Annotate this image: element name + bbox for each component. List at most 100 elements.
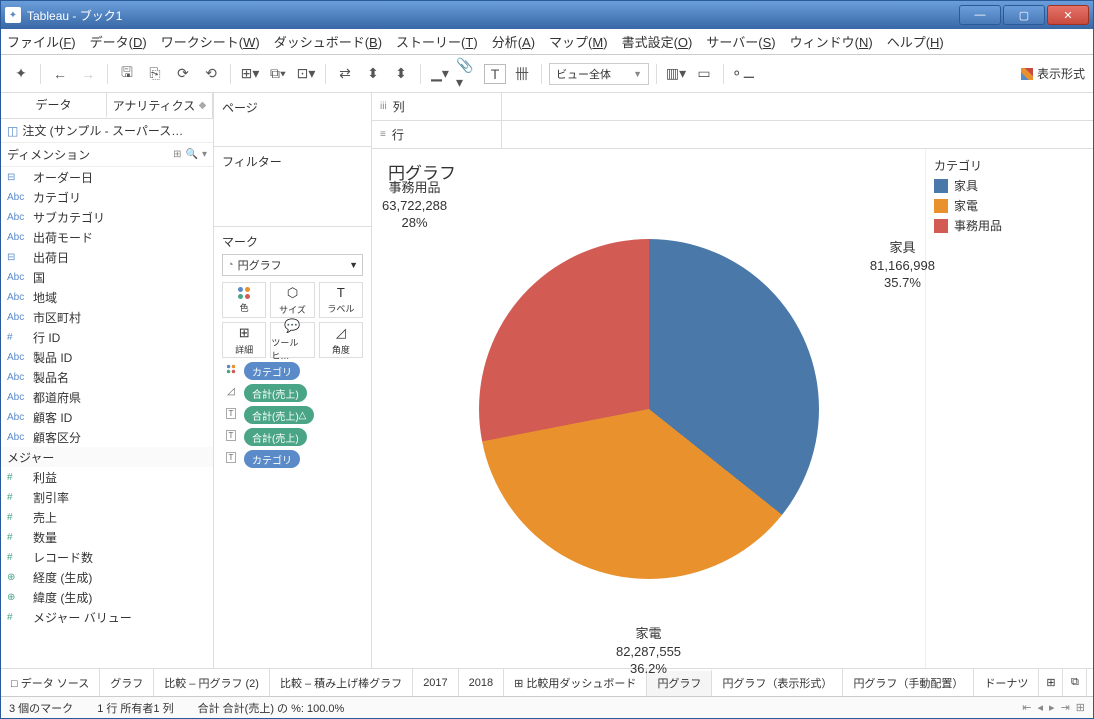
clear-button[interactable]: ⊡▾ <box>294 62 318 86</box>
sheet-tab[interactable]: グラフ <box>100 669 154 696</box>
sheet-tab[interactable]: 比較 – 円グラフ (2) <box>154 669 270 696</box>
dimension-field[interactable]: Abc顧客 ID <box>1 407 213 427</box>
pie-chart[interactable]: 家具81,166,99835.7% 家電82,287,55536.2% 事務用品… <box>372 149 925 668</box>
group-button[interactable]: 📎▾ <box>456 62 480 86</box>
dataset-row[interactable]: ◫ 注文 (サンプル - スーパース… <box>1 119 213 143</box>
dimension-field[interactable]: #行 ID <box>1 327 213 347</box>
sort-desc-button[interactable]: ⬍ <box>389 62 413 86</box>
menu-icon[interactable]: ▾ <box>202 149 207 160</box>
menu-item[interactable]: 分析(A) <box>492 32 535 51</box>
measure-field[interactable]: #割引率 <box>1 487 213 507</box>
menu-item[interactable]: ダッシュボード(B) <box>274 32 382 51</box>
mark-tooltip-button[interactable]: 💬ツールヒ… <box>270 322 314 358</box>
mark-color-button[interactable]: 色 <box>222 282 266 318</box>
sheet-tab[interactable]: 2018 <box>459 669 504 696</box>
dimension-field[interactable]: Abc製品名 <box>1 367 213 387</box>
new-tab-button[interactable]: ⧉ <box>1063 669 1087 696</box>
search-icon[interactable]: 🔍 <box>186 149 198 160</box>
tableau-icon[interactable]: ✦ <box>9 62 33 86</box>
menu-item[interactable]: データ(D) <box>90 32 147 51</box>
new-datasource-button[interactable]: ⎘ <box>143 62 167 86</box>
legend-item[interactable]: 家具 <box>934 177 1085 194</box>
sheet-tab[interactable]: □ データ ソース <box>1 669 100 696</box>
new-sheet-button[interactable]: ⊞▾ <box>238 62 262 86</box>
mark-label-button[interactable]: Tラベル <box>319 282 363 318</box>
menu-item[interactable]: 書式設定(O) <box>622 32 693 51</box>
dimension-field[interactable]: Abc市区町村 <box>1 307 213 327</box>
dimension-field[interactable]: ⊟出荷日 <box>1 247 213 267</box>
legend-item[interactable]: 事務用品 <box>934 217 1085 234</box>
pill[interactable]: 合計(売上)△ <box>244 406 314 424</box>
measure-field[interactable]: #数量 <box>1 527 213 547</box>
sort-asc-button[interactable]: ⬍ <box>361 62 385 86</box>
refresh-button[interactable]: ⟳ <box>171 62 195 86</box>
duplicate-button[interactable]: ⧉▾ <box>266 62 290 86</box>
menu-item[interactable]: ヘルプ(H) <box>887 32 944 51</box>
filters-card[interactable]: フィルター <box>214 147 371 227</box>
dimension-field[interactable]: Abc顧客区分 <box>1 427 213 447</box>
new-tab-button[interactable]: □ <box>1087 669 1093 696</box>
pill[interactable]: 合計(売上) <box>244 428 307 446</box>
list-view-icon[interactable]: ⊞ <box>173 149 181 160</box>
pause-button[interactable]: ⟲ <box>199 62 223 86</box>
tab-data[interactable]: データ <box>1 93 107 118</box>
mark-size-button[interactable]: ⬡サイズ <box>270 282 314 318</box>
dimension-field[interactable]: Abcサブカテゴリ <box>1 207 213 227</box>
sheet-tab[interactable]: 円グラフ（手動配置） <box>843 669 974 696</box>
pill[interactable]: 合計(売上) <box>244 384 307 402</box>
swap-button[interactable]: ⇄ <box>333 62 357 86</box>
dimension-field[interactable]: ⊟オーダー日 <box>1 167 213 187</box>
measure-field[interactable]: ⊕経度 (生成) <box>1 567 213 587</box>
mark-angle-button[interactable]: ◿角度 <box>319 322 363 358</box>
sheet-tab[interactable]: 2017 <box>413 669 458 696</box>
first-button[interactable]: ⇤ <box>1022 701 1031 714</box>
mark-detail-button[interactable]: ⊞詳細 <box>222 322 266 358</box>
menu-item[interactable]: ファイル(F) <box>7 32 76 51</box>
menu-item[interactable]: ウィンドウ(N) <box>790 32 873 51</box>
forward-button[interactable]: → <box>76 62 100 86</box>
dimension-field[interactable]: Abcカテゴリ <box>1 187 213 207</box>
pill[interactable]: カテゴリ <box>244 362 300 380</box>
highlight-button[interactable]: ▁▾ <box>428 62 452 86</box>
menu-item[interactable]: マップ(M) <box>549 32 608 51</box>
next-button[interactable]: ▸ <box>1049 701 1055 714</box>
measure-field[interactable]: #レコード数 <box>1 547 213 567</box>
back-button[interactable]: ← <box>48 62 72 86</box>
dimension-field[interactable]: Abc国 <box>1 267 213 287</box>
measure-field[interactable]: #利益 <box>1 467 213 487</box>
legend-item[interactable]: 家電 <box>934 197 1085 214</box>
tabs-button[interactable]: ⊞ <box>1076 701 1085 714</box>
mark-type-dropdown[interactable]: ◔ 円グラフ▼ <box>222 254 363 276</box>
maximize-button[interactable]: ▢ <box>1003 5 1045 25</box>
share-button[interactable]: ⚬⚊ <box>731 62 755 86</box>
menu-item[interactable]: ワークシート(W) <box>161 32 260 51</box>
measure-field[interactable]: #メジャー バリュー <box>1 607 213 627</box>
menu-item[interactable]: ストーリー(T) <box>396 32 478 51</box>
show-cards-button[interactable]: ▥▾ <box>664 62 688 86</box>
show-me-button[interactable]: 表示形式 <box>1021 65 1085 82</box>
dimension-field[interactable]: Abc製品 ID <box>1 347 213 367</box>
pages-card[interactable]: ページ <box>214 93 371 147</box>
dimension-field[interactable]: Abc地域 <box>1 287 213 307</box>
save-button[interactable]: 🖫 <box>115 62 139 86</box>
sheet-tab[interactable]: ドーナツ <box>974 669 1039 696</box>
minimize-button[interactable]: — <box>959 5 1001 25</box>
tab-analytics[interactable]: アナリティクス ◆ <box>107 93 213 118</box>
close-button[interactable]: ✕ <box>1047 5 1089 25</box>
rows-shelf[interactable]: ≡行 <box>372 121 1093 149</box>
columns-shelf[interactable]: iii列 <box>372 93 1093 121</box>
measure-field[interactable]: ⊕緯度 (生成) <box>1 587 213 607</box>
dimension-field[interactable]: Abc出荷モード <box>1 227 213 247</box>
fit-dropdown[interactable]: ビュー全体▼ <box>549 63 649 85</box>
sheet-tab[interactable]: 比較 – 積み上げ棒グラフ <box>270 669 413 696</box>
pill[interactable]: カテゴリ <box>244 450 300 468</box>
new-tab-button[interactable]: ⊞ <box>1039 669 1063 696</box>
fix-axes-button[interactable]: 卌 <box>510 62 534 86</box>
measure-field[interactable]: #売上 <box>1 507 213 527</box>
presentation-button[interactable]: ▭ <box>692 62 716 86</box>
dimension-field[interactable]: Abc都道府県 <box>1 387 213 407</box>
prev-button[interactable]: ◂ <box>1038 701 1044 714</box>
sheet-tab[interactable]: 円グラフ（表示形式） <box>712 669 843 696</box>
totals-button[interactable]: T <box>484 64 506 84</box>
menu-item[interactable]: サーバー(S) <box>706 32 775 51</box>
